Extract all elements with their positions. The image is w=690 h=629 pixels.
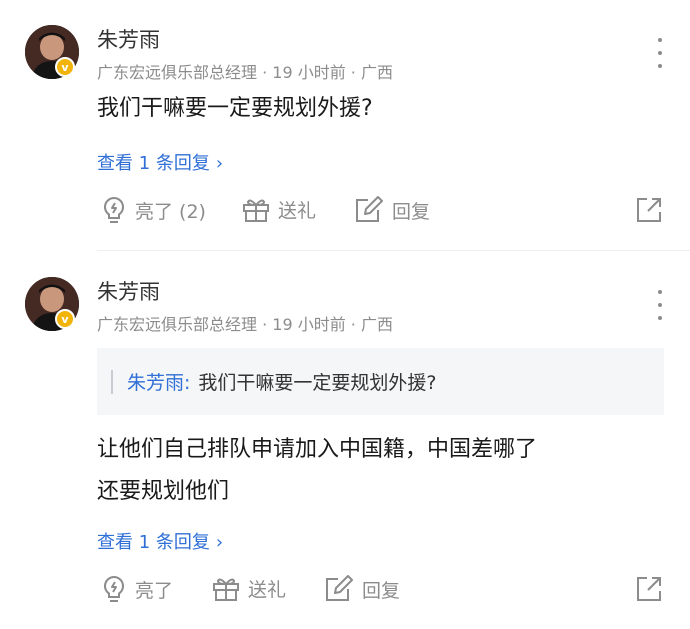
gift-icon (213, 578, 239, 601)
share-icon[interactable] (636, 197, 662, 227)
more-icon[interactable] (650, 38, 670, 68)
bulb-icon (103, 196, 125, 223)
quote-bar (111, 369, 113, 394)
verified-badge: v (55, 309, 75, 329)
comment-text-line-1: 让他们自己排队申请加入中国籍，中国差哪了 (97, 437, 538, 462)
comment-2: v 朱芳雨 广东宏远俱乐部总经理 · 19 小时前 · 广西 朱芳雨: 我们干嘛… (0, 252, 690, 629)
share-icon[interactable] (636, 576, 662, 606)
like-label: 亮了 (2) (135, 200, 206, 223)
view-replies-link[interactable]: 查看 1 条回复 › (97, 528, 223, 554)
username[interactable]: 朱芳雨 (97, 24, 160, 54)
reply-button[interactable]: 回复 (354, 196, 430, 224)
reply-label: 回复 (362, 579, 401, 602)
reply-button[interactable]: 回复 (324, 575, 400, 603)
gift-label: 送礼 (248, 579, 287, 601)
comment-divider (97, 250, 690, 251)
verified-badge: v (55, 57, 75, 77)
like-button[interactable]: 亮了 (101, 575, 173, 603)
quote-username: 朱芳雨: (127, 372, 191, 394)
quoted-comment[interactable]: 朱芳雨: 我们干嘛要一定要规划外援? (97, 348, 664, 415)
gift-icon (243, 199, 269, 222)
view-replies-label: 查看 1 条回复 (97, 532, 210, 553)
chevron-right-icon: › (215, 532, 224, 553)
gift-button[interactable]: 送礼 (242, 196, 316, 223)
username[interactable]: 朱芳雨 (97, 276, 160, 306)
view-replies-link[interactable]: 查看 1 条回复 › (97, 149, 223, 175)
edit-icon (326, 575, 353, 601)
more-icon[interactable] (650, 290, 670, 320)
chevron-right-icon: › (215, 153, 224, 174)
edit-icon (356, 196, 383, 222)
comment-meta: 广东宏远俱乐部总经理 · 19 小时前 · 广西 (97, 315, 393, 334)
view-replies-label: 查看 1 条回复 (97, 153, 210, 174)
like-button[interactable]: 亮了 (2) (101, 196, 206, 224)
comment-text: 我们干嘛要一定要规划外援? (97, 96, 373, 121)
bulb-icon (103, 575, 125, 602)
like-label: 亮了 (135, 579, 174, 602)
gift-label: 送礼 (278, 200, 317, 222)
comment-meta: 广东宏远俱乐部总经理 · 19 小时前 · 广西 (97, 63, 393, 82)
quote-text: 我们干嘛要一定要规划外援? (198, 372, 437, 394)
comment-text-line-2: 还要规划他们 (97, 479, 230, 504)
gift-button[interactable]: 送礼 (212, 575, 286, 602)
comment-1: v 朱芳雨 广东宏远俱乐部总经理 · 19 小时前 · 广西 我们干嘛要一定要规… (0, 0, 690, 250)
reply-label: 回复 (392, 200, 431, 223)
